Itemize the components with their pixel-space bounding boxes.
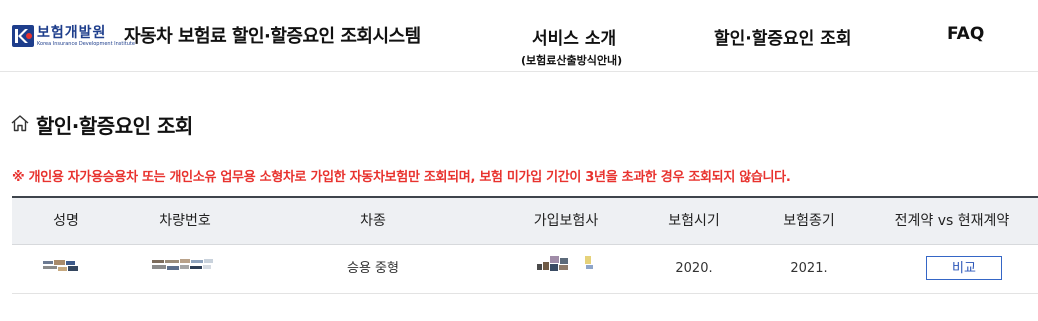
logo[interactable]: 보험개발원 Korea Insurance Development Instit… <box>12 24 135 48</box>
page-title-text: 할인·할증요인 조회 <box>36 114 193 138</box>
site-title[interactable]: 자동차 보험료 할인·할증요인 조회시스템 <box>124 22 421 48</box>
cell-name-redacted <box>12 245 120 293</box>
kidi-logo-icon <box>12 25 34 47</box>
redacted-name <box>43 245 89 293</box>
table-row: 승용 중형 2020. 2021. 비교 <box>12 245 1038 294</box>
header-name: 성명 <box>53 213 79 229</box>
compare-button[interactable]: 비교 <box>926 256 1002 280</box>
logo-org-korean: 보험개발원 <box>37 24 107 41</box>
cell-car-type: 승용 중형 <box>347 261 399 276</box>
header-compare: 전계약 vs 현재계약 <box>894 213 1010 229</box>
header-car-number: 차량번호 <box>159 213 211 229</box>
header-end-date: 보험종기 <box>783 213 835 229</box>
header-insurer: 가입보험사 <box>533 213 599 229</box>
header-car-type: 차종 <box>360 213 386 229</box>
top-header: 보험개발원 Korea Insurance Development Instit… <box>0 0 1038 72</box>
table-header: 성명 차량번호 차종 가입보험사 보험시기 보험종기 전계약 vs 현재계약 <box>12 196 1038 245</box>
page-title: 할인·할증요인 조회 <box>10 110 193 139</box>
nav-faq[interactable]: FAQ <box>947 24 984 44</box>
redacted-car-number <box>150 245 220 293</box>
logo-text: 보험개발원 Korea Insurance Development Instit… <box>37 26 135 47</box>
cell-insurer-redacted <box>496 245 636 293</box>
home-icon[interactable] <box>10 113 30 137</box>
cell-end-date: 2021. <box>790 261 828 276</box>
header-start-date: 보험시기 <box>668 213 720 229</box>
redacted-insurer <box>537 245 595 293</box>
nav-service-intro-sub[interactable]: (보험료산출방식안내) <box>521 52 622 68</box>
nav-service-intro[interactable]: 서비스 소개 <box>532 24 616 49</box>
results-table: 성명 차량번호 차종 가입보험사 보험시기 보험종기 전계약 vs 현재계약 승… <box>12 196 1038 294</box>
notice-text: ※ 개인용 자가용승용차 또는 개인소유 업무용 소형차로 가입한 자동차보험만… <box>12 170 791 185</box>
nav-discount-lookup[interactable]: 할인·할증요인 조회 <box>714 24 852 49</box>
cell-car-number-redacted <box>120 245 250 293</box>
logo-org-english: Korea Insurance Development Institute <box>37 40 135 47</box>
cell-start-date: 2020. <box>675 261 713 276</box>
